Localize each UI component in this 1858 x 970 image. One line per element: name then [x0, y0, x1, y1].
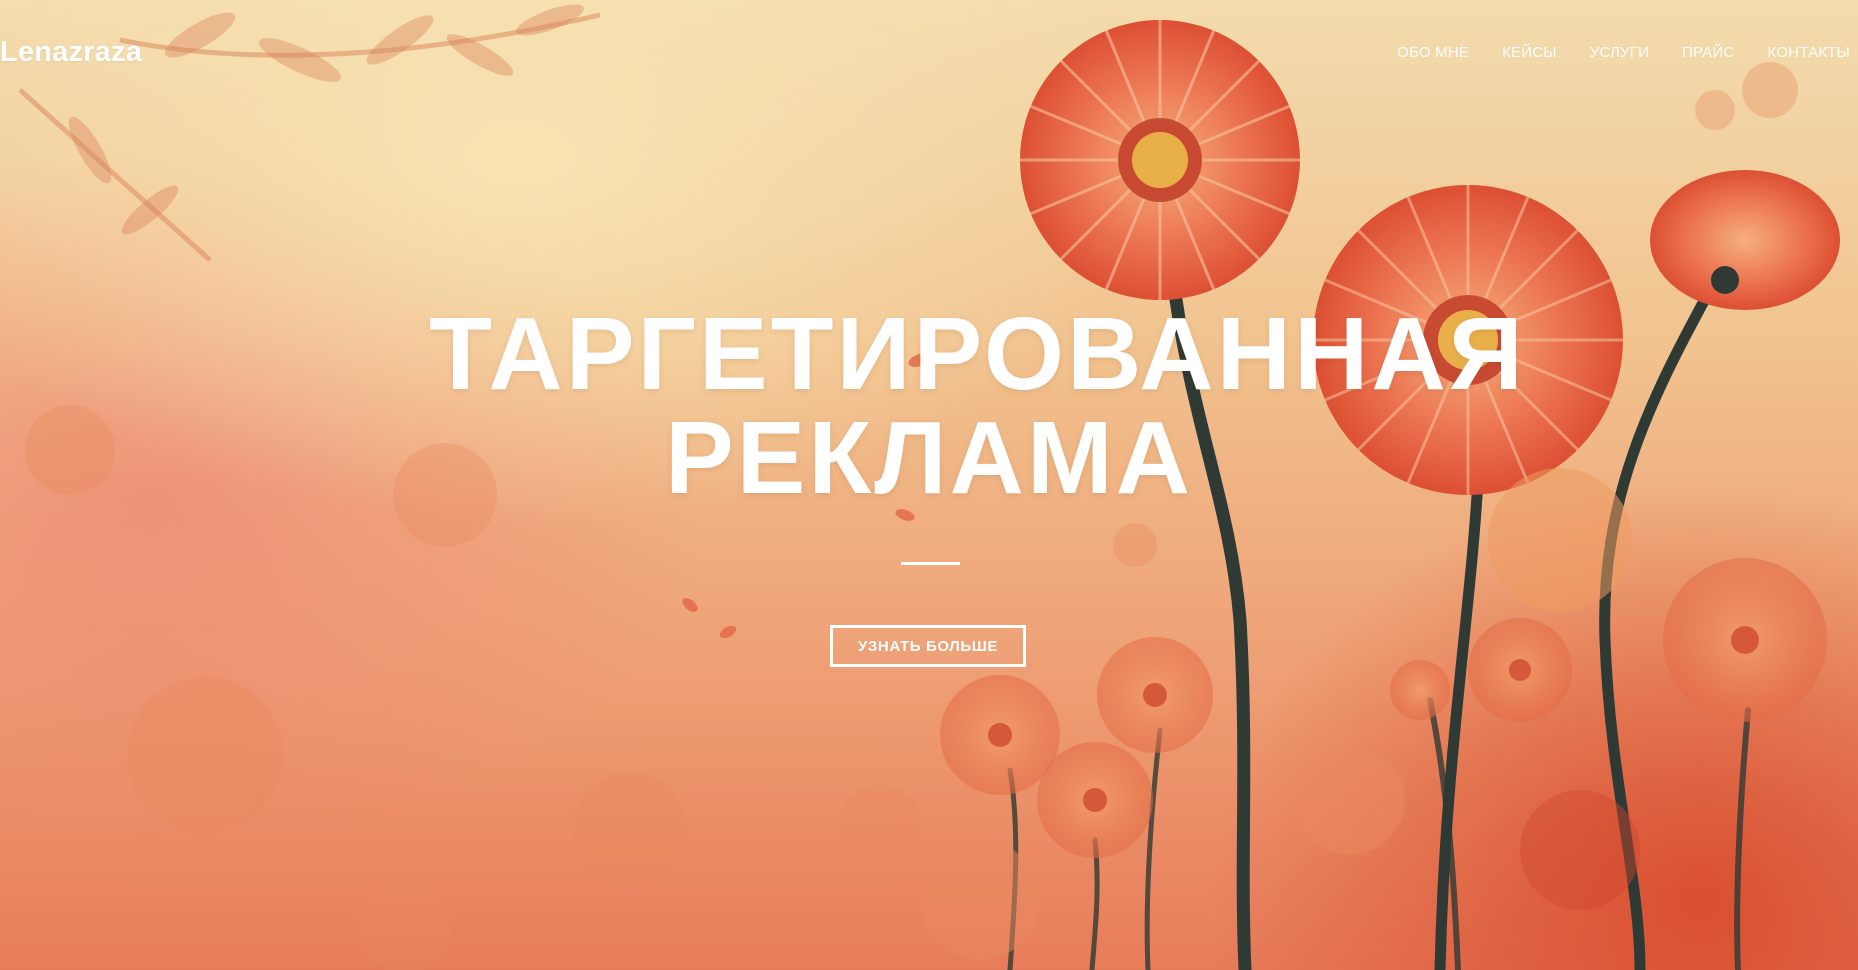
- nav-link-cases[interactable]: КЕЙСЫ: [1502, 44, 1557, 61]
- hero-title-line-1: ТАРГЕТИРОВАННАЯ: [429, 296, 1526, 411]
- nav-link-contacts[interactable]: КОНТАКТЫ: [1767, 44, 1850, 61]
- nav-link-services[interactable]: УСЛУГИ: [1590, 44, 1649, 61]
- hero-title: ТАРГЕТИРОВАННАЯ РЕКЛАМА: [429, 296, 1526, 515]
- hero-divider: [901, 562, 960, 565]
- nav-link-about[interactable]: ОБО МНЕ: [1397, 44, 1469, 61]
- nav-link-price[interactable]: ПРАЙС: [1682, 44, 1734, 61]
- hero-title-line-2: РЕКЛАМА: [664, 400, 1194, 515]
- site-header: Lenazraza ОБО МНЕ КЕЙСЫ УСЛУГИ ПРАЙС КОН…: [0, 0, 1858, 108]
- main-nav: ОБО МНЕ КЕЙСЫ УСЛУГИ ПРАЙС КОНТАКТЫ: [1364, 44, 1850, 61]
- learn-more-button[interactable]: УЗНАТЬ БОЛЬШЕ: [830, 625, 1026, 667]
- site-logo[interactable]: Lenazraza: [0, 36, 142, 69]
